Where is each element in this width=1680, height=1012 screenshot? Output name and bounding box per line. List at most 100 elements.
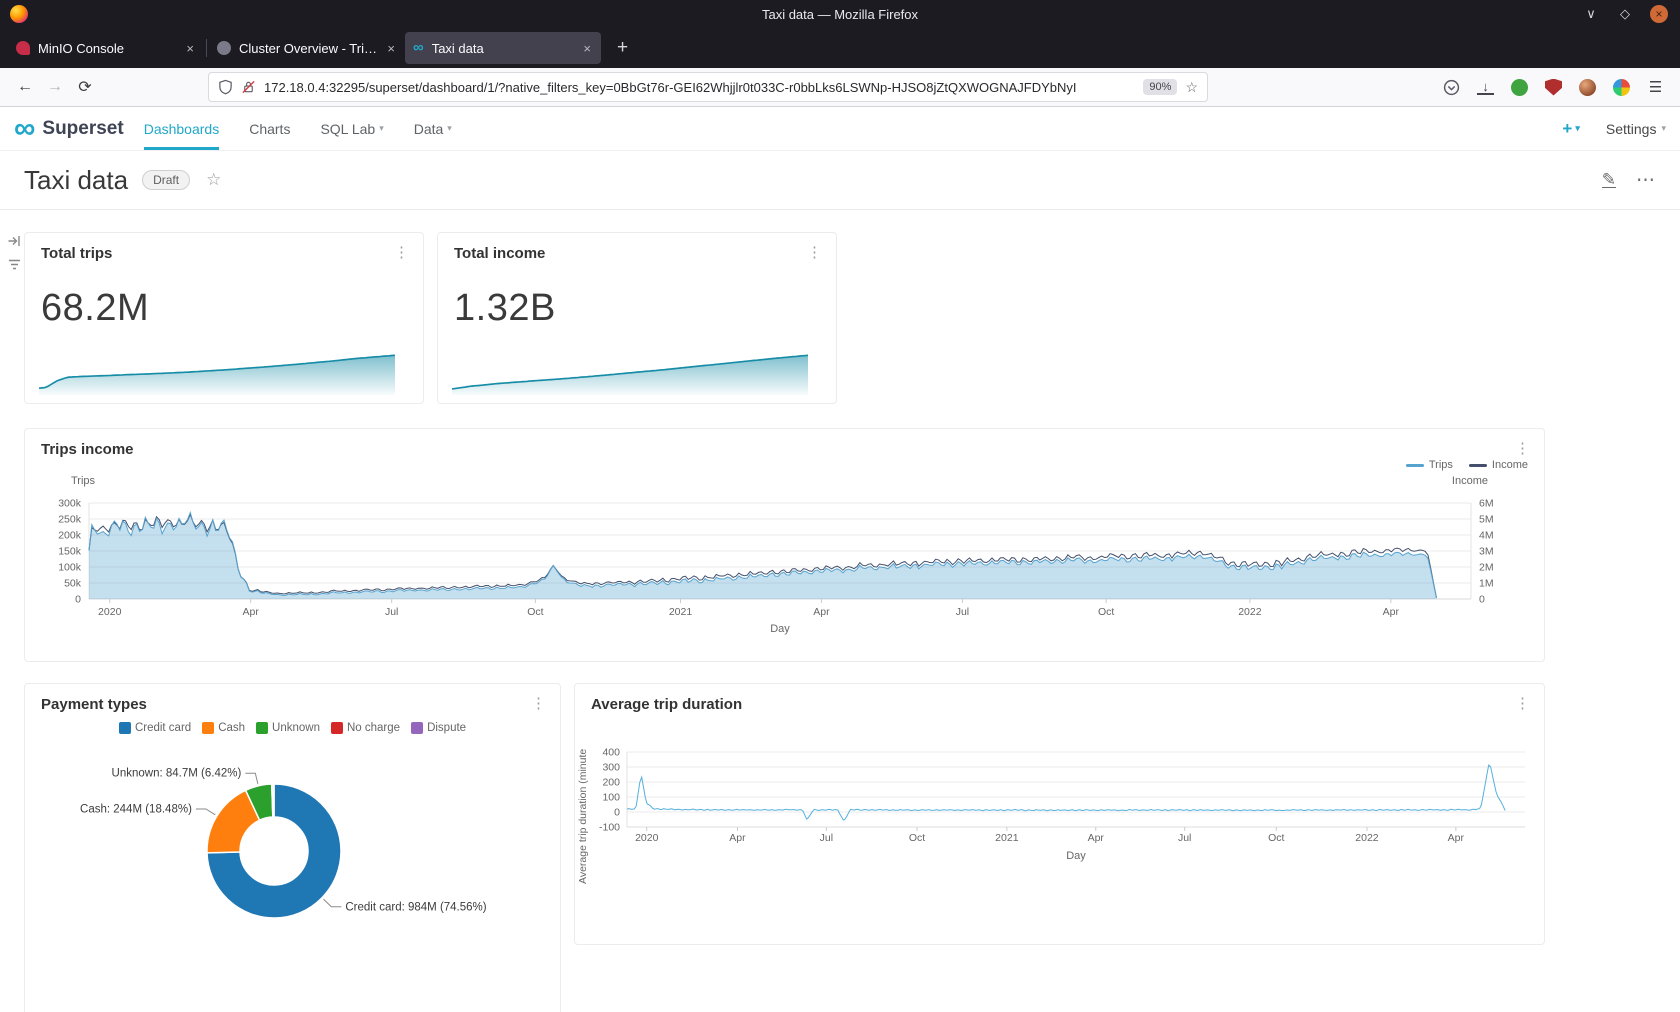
timeseries-chart[interactable]: 300k6M250k5M200k4M150k3M100k2M50k1M00202… [25,429,1544,661]
svg-text:400: 400 [602,747,620,759]
favorite-star-icon[interactable]: ☆ [206,170,221,190]
chart-options-icon[interactable]: ⋮ [531,694,546,712]
svg-text:50k: 50k [64,578,82,590]
nav-item-dashboards[interactable]: Dashboards [144,107,220,150]
svg-text:Day: Day [1066,850,1086,862]
chart-options-icon[interactable]: ⋮ [394,243,409,261]
nav-item-charts[interactable]: Charts [249,107,290,150]
insecure-lock-icon [241,79,256,95]
chart-title: Payment types [41,696,147,713]
svg-text:200: 200 [602,777,620,789]
firefox-window: Taxi data — Mozilla Firefox ∨ ◇ × MinIO … [0,0,1680,1012]
svg-text:2M: 2M [1479,562,1494,574]
big-number-value: 1.32B [454,287,556,330]
svg-text:2022: 2022 [1238,606,1262,618]
tab-separator [206,39,207,57]
settings-menu[interactable]: Settings ▾ [1606,121,1666,137]
dashboard-options-icon[interactable]: ⋯ [1636,169,1656,192]
svg-text:100k: 100k [58,562,82,574]
bookmark-star-icon[interactable]: ☆ [1185,79,1198,96]
timeseries-chart[interactable]: 4003002001000-1002020AprJulOct2021AprJul… [589,684,1544,944]
addon-green-icon[interactable] [1511,79,1528,96]
pocket-icon[interactable] [1443,79,1460,96]
svg-text:Oct: Oct [527,606,543,618]
zoom-indicator[interactable]: 90% [1143,79,1177,95]
url-text[interactable]: 172.18.0.4:32295/superset/dashboard/1/?n… [264,80,1135,95]
chart-card-payment-types: Payment types ⋮ Credit card Cash Unknown [24,683,561,1012]
svg-text:Unknown: 84.7M (6.42%): Unknown: 84.7M (6.42%) [112,768,242,780]
ublock-shield-icon[interactable] [1545,79,1562,96]
tab-close-icon[interactable]: × [581,41,593,56]
status-badge: Draft [142,170,190,190]
nav-item-data[interactable]: Data ▾ [414,107,452,150]
superset-favicon-icon: ∞ [413,41,424,55]
downloads-icon[interactable]: ↓ [1477,80,1494,95]
window-minimize-button[interactable]: ∨ [1582,6,1600,22]
chart-options-icon[interactable]: ⋮ [807,243,822,261]
svg-text:2021: 2021 [669,606,693,618]
svg-text:-100: -100 [599,822,620,834]
tab-taxi-data[interactable]: ∞ Taxi data × [405,32,601,64]
svg-text:Jul: Jul [385,606,398,618]
window-close-button[interactable]: × [1650,5,1668,23]
legend-item-credit-card[interactable]: Credit card [119,722,191,734]
svg-text:0: 0 [1479,594,1485,606]
main-nav: Dashboards Charts SQL Lab ▾ Data ▾ [144,107,452,150]
shield-icon[interactable] [218,79,233,95]
tab-close-icon[interactable]: × [184,41,196,56]
forward-button[interactable]: → [40,78,70,96]
new-item-button[interactable]: + ▾ [1562,119,1579,139]
tab-close-icon[interactable]: × [385,41,397,56]
tab-cluster-overview-trino[interactable]: Cluster Overview - Trino × [209,32,405,64]
chart-card-trips-income: Trips income ⋮ Trips Income Trips Income… [24,428,1545,662]
nav-item-sql-lab[interactable]: SQL Lab ▾ [320,107,383,150]
edit-dashboard-icon[interactable]: ✎ [1602,172,1616,188]
browser-toolbar: ← → ⟳ 172.18.0.4:32295/superset/dashboar… [0,68,1680,107]
superset-brand-name: Superset [42,118,123,140]
nav-item-label: Dashboards [144,121,220,137]
svg-text:0: 0 [75,594,81,606]
reload-button[interactable]: ⟳ [70,77,100,97]
addon-colorful-icon[interactable] [1613,79,1630,96]
svg-text:2020: 2020 [635,832,659,844]
menu-icon[interactable]: ☰ [1647,79,1664,96]
profile-avatar[interactable] [1579,79,1596,96]
svg-text:5M: 5M [1479,514,1494,526]
svg-text:Day: Day [770,623,790,635]
svg-text:Apr: Apr [1088,832,1105,844]
chart-card-total-trips: Total trips ⋮ 68.2M [24,232,424,404]
svg-text:Jul: Jul [956,606,969,618]
back-button[interactable]: ← [10,78,40,96]
plus-icon: + [1562,119,1572,139]
superset-brand[interactable]: ∞ Superset [14,107,124,150]
tab-bar: MinIO Console × Cluster Overview - Trino… [0,28,1680,68]
tab-label: Cluster Overview - Trino [239,41,377,56]
legend-swatch [202,722,214,734]
new-tab-button[interactable]: + [611,37,634,59]
tab-label: MinIO Console [38,41,176,56]
svg-text:250k: 250k [58,514,82,526]
legend-item-dispute[interactable]: Dispute [411,722,466,734]
legend-swatch [119,722,131,734]
window-maximize-button[interactable]: ◇ [1616,6,1634,22]
window-title: Taxi data — Mozilla Firefox [0,7,1680,22]
firefox-logo-icon [10,5,28,23]
legend-item-unknown[interactable]: Unknown [256,722,320,734]
svg-text:Cash: 244M (18.48%): Cash: 244M (18.48%) [80,803,192,815]
url-bar[interactable]: 172.18.0.4:32295/superset/dashboard/1/?n… [208,72,1208,102]
legend-item-no-charge[interactable]: No charge [331,722,400,734]
tab-minio-console[interactable]: MinIO Console × [8,32,204,64]
svg-text:Apr: Apr [729,832,746,844]
legend-label: Credit card [135,722,191,734]
chart-card-avg-trip-duration: Average trip duration ⋮ Average trip dur… [574,683,1545,945]
expand-filter-bar-icon[interactable] [7,234,22,248]
svg-text:Jul: Jul [820,832,833,844]
chart-legend: Credit card Cash Unknown No charge Dispu… [25,722,560,734]
tab-label: Taxi data [432,41,574,56]
donut-chart[interactable]: Credit card: 984M (74.56%)Cash: 244M (18… [25,746,560,1012]
filter-icon[interactable] [7,258,22,271]
sparkline-chart [39,349,395,395]
legend-item-cash[interactable]: Cash [202,722,245,734]
svg-text:Jul: Jul [1178,832,1191,844]
svg-text:Apr: Apr [813,606,830,618]
